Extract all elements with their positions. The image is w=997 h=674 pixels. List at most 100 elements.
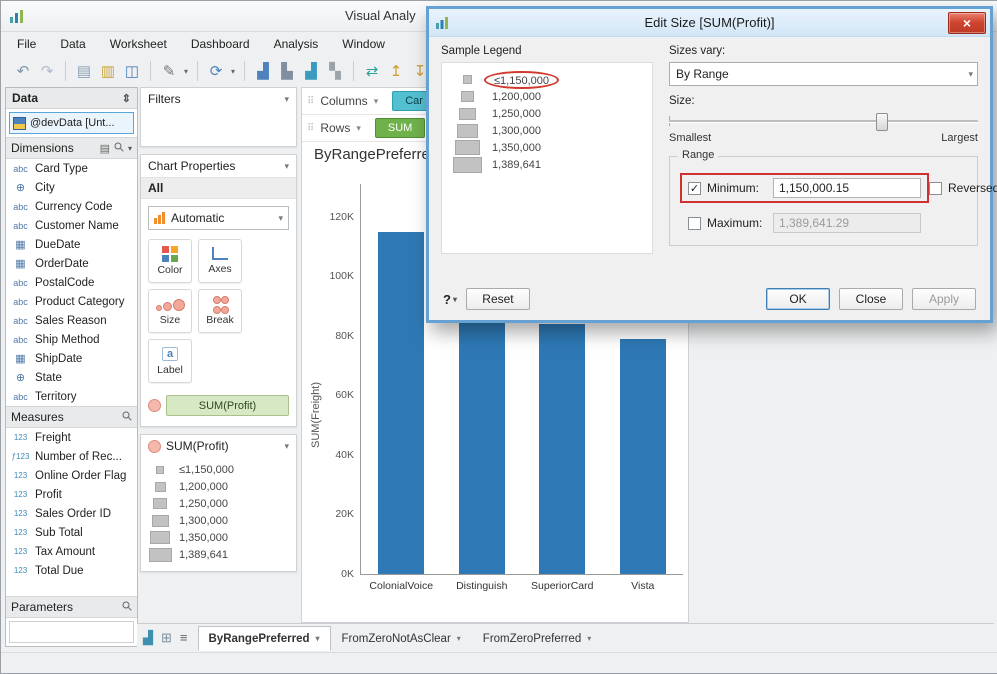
axes-button[interactable]: Axes — [198, 239, 242, 283]
sheet-sorter-icon[interactable]: ≡ — [180, 630, 188, 645]
sheet-tab[interactable]: ByRangePreferred ▾ — [197, 626, 331, 651]
maximum-checkbox[interactable] — [688, 216, 701, 230]
dimension-item[interactable]: abc Product Category — [6, 292, 137, 311]
bar-chart-view-icon[interactable]: ▟ — [251, 59, 275, 83]
bar-mark[interactable] — [458, 320, 505, 574]
parameters-list — [9, 621, 134, 643]
reversed-checkbox[interactable] — [929, 181, 942, 195]
color-button-label: Color — [157, 264, 183, 276]
measure-item[interactable]: ƒ123 Number of Rec... — [6, 447, 137, 466]
close-button[interactable]: Close — [839, 288, 903, 310]
maximum-input[interactable]: 1,389,641.29 — [773, 213, 921, 233]
undo-icon[interactable]: ↶ — [11, 59, 35, 83]
save-icon[interactable]: ◫ — [120, 59, 144, 83]
search-icon[interactable] — [122, 410, 132, 424]
dimension-item[interactable]: ⊕ State — [6, 368, 137, 387]
help-button[interactable]: ? ▾ — [443, 292, 457, 307]
dialog-title-bar[interactable]: Edit Size [SUM(Profit)] × — [429, 9, 990, 37]
redo-icon[interactable]: ↷ — [35, 59, 59, 83]
format-dropdown-caret-icon[interactable]: ▾ — [181, 59, 191, 83]
rows-pill[interactable]: SUM — [374, 118, 426, 138]
format-wand-icon[interactable]: ✎ — [157, 59, 181, 83]
sheet-tab[interactable]: FromZeroNotAsClear ▾ — [331, 626, 472, 651]
dual-chart-view-icon[interactable]: ▟ — [299, 59, 323, 83]
menu-worksheet[interactable]: Worksheet — [110, 37, 167, 51]
dimension-item[interactable]: abc Territory — [6, 387, 137, 406]
datasource-item[interactable]: @devData [Unt... — [9, 112, 134, 134]
dimension-item[interactable]: ▦ OrderDate — [6, 254, 137, 273]
menu-window[interactable]: Window — [342, 37, 385, 51]
measure-item[interactable]: 123 Online Order Flag — [6, 466, 137, 485]
toolbar-separator — [197, 61, 198, 81]
measure-item[interactable]: 123 Freight — [6, 428, 137, 447]
dimension-item[interactable]: abc Card Type — [6, 159, 137, 178]
measure-item[interactable]: 123 Sales Order ID — [6, 504, 137, 523]
search-icon[interactable] — [114, 141, 124, 155]
dimension-item[interactable]: abc Ship Method — [6, 330, 137, 349]
size-button[interactable]: Size — [148, 289, 192, 333]
sheet-tab[interactable]: FromZeroPreferred ▾ — [472, 626, 602, 651]
size-encoding-pill[interactable]: SUM(Profit) — [166, 395, 289, 416]
menu-file[interactable]: File — [17, 37, 36, 51]
y-tick-label: 0K — [341, 568, 354, 580]
chevron-down-icon[interactable]: ▾ — [284, 441, 289, 452]
table-view-icon[interactable]: ▚ — [323, 59, 347, 83]
dimension-item[interactable]: ▦ DueDate — [6, 235, 137, 254]
view-as-table-icon[interactable]: ▤ — [100, 142, 110, 155]
search-icon[interactable] — [122, 600, 132, 614]
apply-button[interactable]: Apply — [912, 288, 976, 310]
bar-mark[interactable] — [619, 338, 666, 574]
chevron-down-icon[interactable]: ▾ — [284, 161, 289, 172]
mark-type-dropdown[interactable]: Automatic ▾ — [148, 206, 289, 230]
dimension-item[interactable]: ▦ ShipDate — [6, 349, 137, 368]
minimum-input[interactable]: 1,150,000.15 — [773, 178, 921, 198]
menu-analysis[interactable]: Analysis — [274, 37, 319, 51]
help-label: ? — [443, 291, 451, 307]
chevron-down-icon[interactable]: ▾ — [284, 94, 289, 105]
break-button[interactable]: Break — [198, 289, 242, 333]
chevron-down-icon[interactable]: ▾ — [128, 144, 132, 153]
dimension-item[interactable]: abc Currency Code — [6, 197, 137, 216]
measure-item[interactable]: 123 Profit — [6, 485, 137, 504]
measure-item[interactable]: 123 Sub Total — [6, 523, 137, 542]
measure-item[interactable]: 123 Tax Amount — [6, 542, 137, 561]
swap-axes-icon[interactable]: ⇄ — [360, 59, 384, 83]
size-slider-handle[interactable] — [876, 113, 889, 131]
range-group-label: Range — [678, 149, 719, 161]
new-workbook-icon[interactable]: ▤ — [72, 59, 96, 83]
bar-mark[interactable] — [539, 323, 586, 574]
sizes-vary-dropdown[interactable]: By Range ▾ — [669, 62, 978, 86]
stacked-chart-view-icon[interactable]: ▙ — [275, 59, 299, 83]
new-dashboard-icon[interactable]: ⊞ — [161, 630, 172, 646]
dimension-item[interactable]: abc Sales Reason — [6, 311, 137, 330]
refresh-dropdown-caret-icon[interactable]: ▾ — [228, 59, 238, 83]
size-legend-value: 1,350,000 — [492, 141, 541, 154]
measure-item[interactable]: 123 Total Due — [6, 561, 137, 580]
text-datatype-icon: abc — [13, 315, 28, 326]
date-datatype-icon: ▦ — [15, 353, 26, 365]
size-legend-row: 1,200,000 — [442, 88, 652, 105]
size-swatch-icon — [462, 75, 472, 84]
close-icon[interactable]: × — [948, 12, 986, 34]
sort-ascending-icon[interactable]: ↥ — [384, 59, 408, 83]
minimum-checkbox[interactable]: ✓ — [688, 181, 701, 195]
menu-dashboard[interactable]: Dashboard — [191, 37, 250, 51]
dimension-item[interactable]: abc Customer Name — [6, 216, 137, 235]
reset-button[interactable]: Reset — [465, 288, 530, 310]
color-button[interactable]: Color — [148, 239, 192, 283]
collapse-expand-icon[interactable]: ⇕ — [122, 92, 131, 105]
filters-shelf[interactable] — [141, 110, 296, 146]
ok-button[interactable]: OK — [766, 288, 830, 310]
sheet-tabs: ByRangePreferred ▾ FromZeroNotAsClear ▾ From… — [197, 626, 603, 651]
label-button[interactable]: a Label — [148, 339, 192, 383]
size-slider[interactable] — [669, 112, 978, 131]
open-icon[interactable]: ▥ — [96, 59, 120, 83]
dimension-item[interactable]: ⊕ City — [6, 178, 137, 197]
new-worksheet-icon[interactable]: ▟ — [143, 630, 153, 646]
chevron-down-icon: ▾ — [278, 212, 283, 223]
menu-data[interactable]: Data — [60, 37, 85, 51]
refresh-icon[interactable]: ⟳ — [204, 59, 228, 83]
field-label: Sales Order ID — [35, 507, 112, 520]
dimension-item[interactable]: abc PostalCode — [6, 273, 137, 292]
bar-mark[interactable] — [378, 231, 425, 574]
